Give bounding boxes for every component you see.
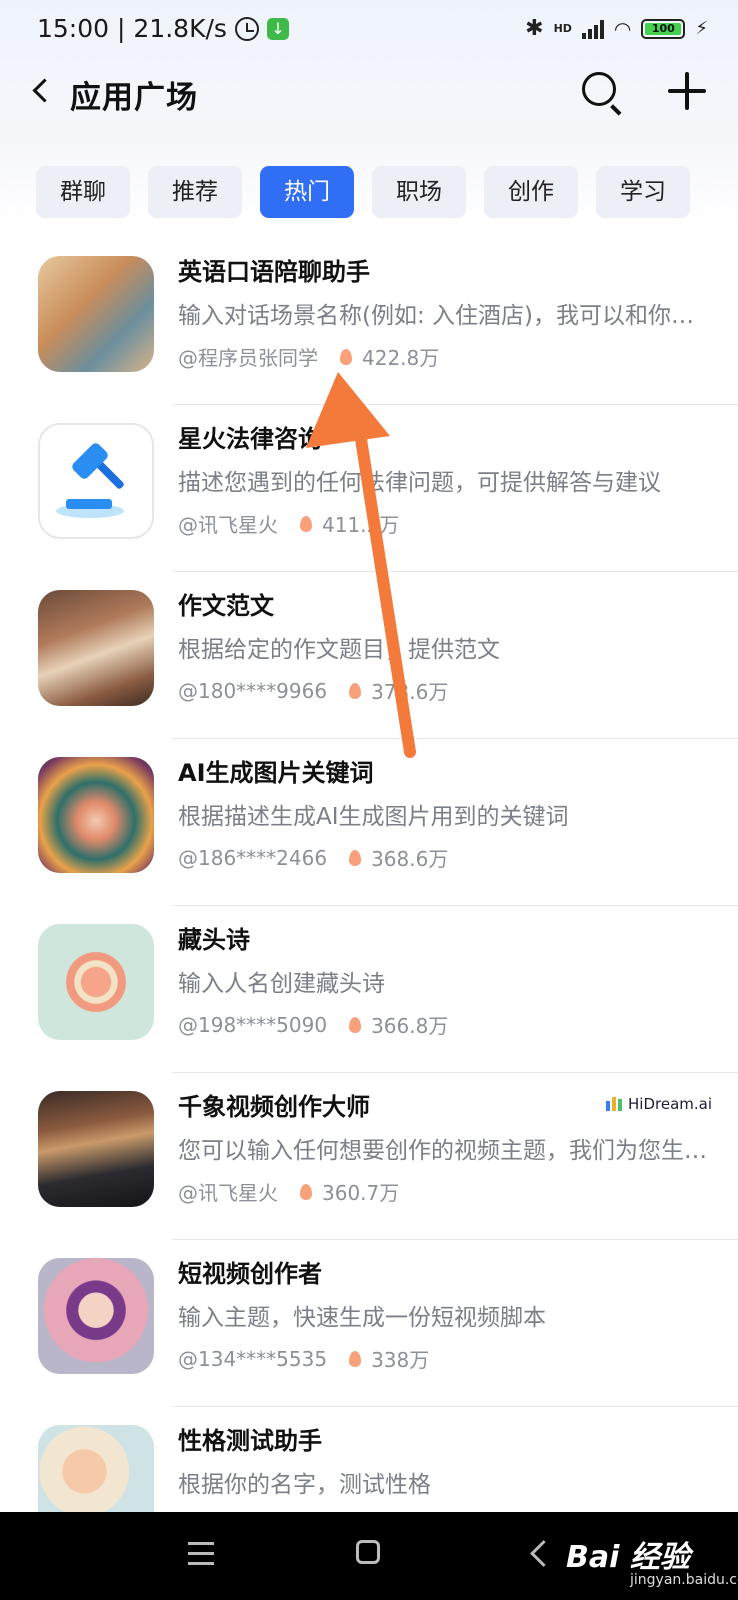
app-item[interactable]: 藏头诗 输入人名创建藏头诗 @198****5090 366.8万 (0, 906, 738, 1073)
signal-icon (581, 19, 604, 39)
app-title: 星火法律咨询 (178, 425, 322, 453)
category-tabs: 群聊 推荐 热门 职场 创作 学习 (36, 166, 690, 218)
app-item[interactable]: 千象视频创作大师 HiDream.ai 您可以输入任何想要创作的视频主题，我们为… (0, 1073, 738, 1240)
app-description: 您可以输入任何想要创作的视频主题，我们为您生成视频 (178, 1138, 712, 1164)
status-left: 15:00 | 21.8K/s ↓ (37, 14, 289, 43)
app-thumbnail (38, 423, 154, 539)
app-hot-count: 422.8万 (362, 346, 440, 370)
charging-icon: ⚡ (695, 18, 708, 39)
flame-icon (300, 515, 312, 532)
home-icon[interactable] (356, 1540, 380, 1564)
flame-icon (300, 1183, 312, 1200)
app-author: @程序员张同学 (178, 346, 318, 370)
app-description: 输入主题，快速生成一份短视频脚本 (178, 1305, 546, 1331)
tab-creation[interactable]: 创作 (484, 166, 578, 218)
watermark-url: jingyan.baidu.com (630, 1572, 738, 1588)
app-meta: @程序员张同学 422.8万 (178, 342, 439, 371)
app-meta: @134****5535 338万 (178, 1344, 429, 1373)
app-meta: @186****2466 368.6万 (178, 843, 448, 872)
app-hot-count: 360.7万 (322, 1181, 400, 1205)
back-icon[interactable] (32, 78, 57, 103)
app-thumbnail (38, 1258, 154, 1374)
app-list: 英语口语陪聊助手 输入对话场景名称(例如: 入住酒店)，我可以和你进行英语口语对… (0, 238, 738, 1574)
system-nav-bar: Bai 经验 jingyan.baidu.com (0, 1512, 738, 1600)
app-thumbnail (38, 1091, 154, 1207)
gavel-icon (56, 443, 124, 518)
tab-popular[interactable]: 热门 (260, 166, 354, 218)
app-author: @讯飞星火 (178, 513, 278, 537)
tab-recommended[interactable]: 推荐 (148, 166, 242, 218)
flame-icon (349, 1016, 362, 1033)
app-hot-count: 366.8万 (371, 1014, 449, 1038)
flame-icon (349, 1350, 362, 1367)
app-meta: @讯飞星火 411.5万 (178, 509, 399, 538)
app-title: 千象视频创作大师 (178, 1093, 370, 1121)
flame-icon (349, 849, 362, 866)
app-hot-count: 338万 (371, 1348, 430, 1372)
tab-study[interactable]: 学习 (596, 166, 690, 218)
app-item[interactable]: 星火法律咨询 描述您遇到的任何法律问题，可提供解答与建议 @讯飞星火 411.5… (0, 405, 738, 572)
app-author: @198****5090 (178, 1012, 328, 1037)
network-speed: | 21.8K/s (117, 14, 227, 43)
status-time: 15:00 (37, 14, 110, 43)
app-hot-count: 373.6万 (371, 680, 449, 704)
search-icon[interactable] (582, 72, 616, 106)
app-description: 描述您遇到的任何法律问题，可提供解答与建议 (178, 470, 661, 496)
battery-level: 100 (645, 22, 682, 35)
partner-badge: HiDream.ai (606, 1095, 712, 1113)
app-thumbnail (38, 590, 154, 706)
app-item[interactable]: 作文范文 根据给定的作文题目，提供范文 @180****9966 373.6万 (0, 572, 738, 739)
alarm-icon (234, 16, 259, 41)
battery-icon: 100 (641, 18, 686, 39)
partner-badge-label: HiDream.ai (628, 1095, 712, 1113)
status-bar: 15:00 | 21.8K/s ↓ ✱ HD ◠ 100 ⚡ (0, 0, 738, 64)
download-app-icon: ↓ (266, 17, 289, 40)
status-right: ✱ HD ◠ 100 ⚡ (525, 16, 708, 41)
app-meta: @讯飞星火 360.7万 (178, 1177, 399, 1206)
app-title: AI生成图片关键词 (178, 759, 374, 787)
app-header: 应用广场 (0, 60, 738, 130)
baidu-watermark: Bai 经验 jingyan.baidu.com (566, 1532, 738, 1588)
app-author: @186****2466 (178, 845, 328, 870)
app-hot-count: 368.6万 (371, 847, 449, 871)
app-description: 根据你的名字，测试性格 (178, 1472, 431, 1498)
tab-group-chat[interactable]: 群聊 (36, 166, 130, 218)
app-thumbnail (38, 256, 154, 372)
app-meta: @198****5090 366.8万 (178, 1010, 448, 1039)
app-item[interactable]: 英语口语陪聊助手 输入对话场景名称(例如: 入住酒店)，我可以和你进行英语口语对… (0, 238, 738, 405)
app-thumbnail (38, 757, 154, 873)
flame-icon (349, 682, 362, 699)
app-title: 英语口语陪聊助手 (178, 258, 370, 286)
app-author: @180****9966 (178, 678, 328, 703)
app-meta: @180****9966 373.6万 (178, 676, 448, 705)
network-type-label: HD (553, 22, 572, 35)
app-author: @134****5535 (178, 1346, 328, 1371)
hidream-logo-icon (606, 1097, 622, 1111)
app-item[interactable]: AI生成图片关键词 根据描述生成AI生成图片用到的关键词 @186****246… (0, 739, 738, 906)
add-icon[interactable] (668, 72, 706, 110)
app-thumbnail (38, 924, 154, 1040)
app-description: 根据给定的作文题目，提供范文 (178, 637, 500, 663)
app-title: 藏头诗 (178, 926, 250, 954)
app-description: 输入对话场景名称(例如: 入住酒店)，我可以和你进行英语口语对话 (178, 303, 712, 329)
app-item[interactable]: 短视频创作者 输入主题，快速生成一份短视频脚本 @134****5535 338… (0, 1240, 738, 1407)
page-title: 应用广场 (70, 80, 198, 116)
app-title: 性格测试助手 (178, 1427, 322, 1455)
flame-icon (340, 348, 352, 365)
app-author: @讯飞星火 (178, 1181, 278, 1205)
app-title: 短视频创作者 (178, 1260, 322, 1288)
app-description: 根据描述生成AI生成图片用到的关键词 (178, 804, 569, 830)
wifi-icon: ◠ (613, 16, 632, 41)
nav-back-icon[interactable] (530, 1540, 557, 1567)
app-description: 输入人名创建藏头诗 (178, 971, 385, 997)
app-title: 作文范文 (178, 592, 274, 620)
watermark-text: Bai 经验 (566, 1540, 690, 1575)
app-hot-count: 411.5万 (322, 513, 400, 537)
menu-icon[interactable] (188, 1542, 214, 1565)
tab-workplace[interactable]: 职场 (372, 166, 466, 218)
bluetooth-icon: ✱ (525, 16, 544, 41)
